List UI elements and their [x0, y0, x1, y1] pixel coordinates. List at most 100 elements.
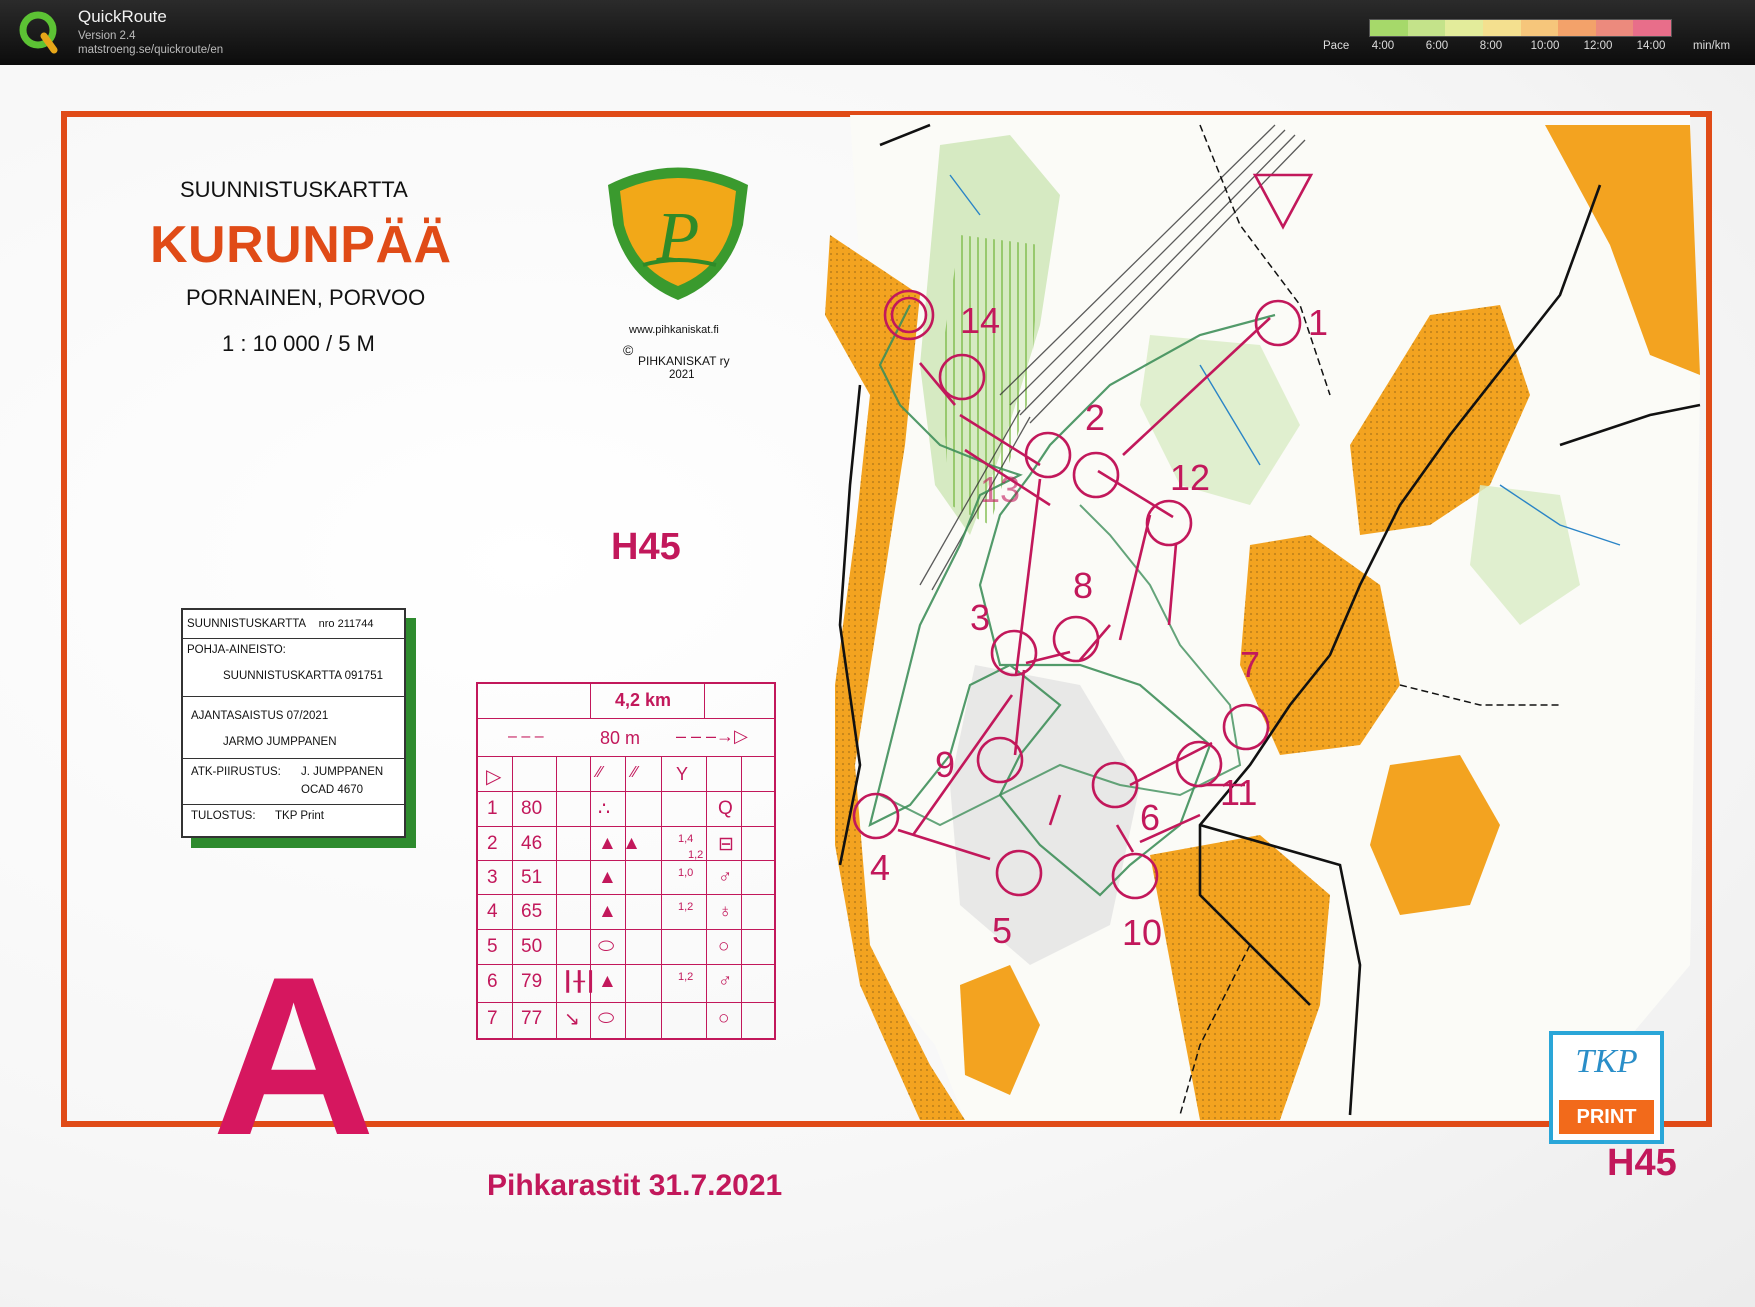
map-location: PORNAINEN, PORVOO [186, 285, 426, 310]
map-header: SUUNNISTUSKARTTA [180, 177, 408, 202]
description-location-icon: ○ [718, 936, 730, 957]
club-url: www.pihkaniskat.fi [629, 324, 719, 336]
info-base-value: SUUNNISTUSKARTTA 091751 [223, 670, 383, 682]
quickroute-logo-icon [19, 11, 58, 54]
copyright-symbol: © [623, 342, 634, 358]
pace-tick: 12:00 [1583, 40, 1613, 52]
control-number-10: 10 [1122, 912, 1162, 953]
column-c-feature-icon: ↘ [564, 1009, 580, 1030]
control-description-sheet: 4,2 km – – – 80 m – – –→▷ ▷ ∕∕ ∕∕ Y 1 80 ∴… [476, 682, 776, 1040]
info-update-label: AJANTASAISTUS 07/2021 [191, 710, 329, 722]
tkp-logo-text: TKP [1575, 1043, 1638, 1080]
description-feature-icon: ▲ ▲ [598, 833, 641, 854]
pace-tick: 10:00 [1530, 40, 1560, 52]
description-row-number: 2 [487, 833, 498, 854]
control-number-11: 11 [1220, 772, 1257, 813]
description-row-number: 5 [487, 936, 498, 957]
club-name: PIHKANISKAT ry [638, 354, 730, 368]
pace-color-segment [1558, 20, 1596, 36]
start-triangle-icon: ▷ [486, 766, 502, 788]
pace-color-segment [1370, 20, 1408, 36]
description-row-code: 77 [521, 1008, 543, 1029]
copyright-year: 2021 [669, 369, 695, 381]
description-row-code: 51 [521, 867, 543, 888]
description-row-code: 80 [521, 798, 543, 819]
info-print-value: TKP Print [275, 810, 324, 822]
pace-color-segment [1633, 20, 1671, 36]
description-row-code: 50 [521, 936, 543, 957]
description-row-size-secondary: 1,2 [688, 849, 704, 861]
info-drawing-software: OCAD 4670 [301, 784, 364, 796]
description-row-number: 6 [487, 971, 498, 992]
course-length: 4,2 km [615, 690, 672, 710]
control-number-4: 4 [870, 847, 890, 888]
description-row-number: 4 [487, 901, 498, 922]
description-location-icon: Q [718, 798, 733, 819]
description-row-code: 46 [521, 833, 543, 854]
pace-color-segment [1595, 20, 1634, 36]
map-scale: 1 : 10 000 / 5 M [222, 331, 375, 356]
course-class-label: H45 [611, 526, 681, 568]
info-update-person: JARMO JUMPPANEN [223, 736, 337, 748]
pace-tick: 14:00 [1636, 40, 1666, 52]
pace-tick: 6:00 [1425, 40, 1449, 52]
description-row-size: 1,4 [678, 833, 694, 845]
column-e-icon: Y [676, 764, 689, 784]
pace-tick: 8:00 [1479, 40, 1503, 52]
description-feature-icon: ∴ [598, 799, 611, 820]
column-c-feature-icon: ┃╂┃ [562, 972, 597, 993]
app-url-link[interactable]: matstroeng.se/quickroute/en [78, 44, 223, 56]
control-number-14: 14 [960, 300, 1000, 341]
course-class-label-bottom: H45 [1607, 1142, 1677, 1184]
description-row-code: 65 [521, 901, 543, 922]
event-title: Pihkarastit 31.7.2021 [487, 1169, 783, 1202]
description-row-size: 1,2 [678, 971, 694, 983]
climb-arrow-left: – – – [508, 728, 544, 745]
description-row-size: 1,0 [678, 867, 694, 879]
description-location-icon: ○ [718, 1008, 730, 1029]
pace-unit-label: min/km [1693, 40, 1731, 52]
control-number-6: 6 [1140, 797, 1160, 838]
column-c-icon: ∕∕ [597, 764, 603, 781]
control-number-7: 7 [1240, 644, 1260, 685]
info-base-label: POHJA-AINEISTO: [187, 644, 286, 656]
description-location-icon: ⊟ [718, 834, 734, 855]
control-number-12: 12 [1170, 457, 1210, 498]
course-climb: 80 m [600, 728, 641, 748]
control-number-9: 9 [935, 744, 955, 785]
info-drawing-person: J. JUMPPANEN [301, 766, 384, 778]
description-location-icon: ♂ [718, 867, 733, 888]
app-version: Version 2.4 [78, 30, 136, 42]
control-number-1: 1 [1308, 302, 1328, 343]
control-number-3: 3 [970, 597, 990, 638]
svg-text:P: P [656, 199, 700, 276]
app-title: QuickRoute [78, 7, 167, 26]
pace-tick: 4:00 [1371, 40, 1395, 52]
pace-legend-label: Pace [1323, 40, 1350, 52]
app-toolbar: QuickRoute Version 2.4 matstroeng.se/qui… [0, 0, 1755, 65]
description-feature-icon: ⬭ [598, 1008, 615, 1029]
pace-color-segment [1520, 20, 1559, 36]
pace-color-segment [1445, 20, 1483, 36]
map-canvas[interactable]: 1 2 3 4 5 6 7 8 9 10 11 12 13 14 P SUUNN… [0, 65, 1755, 1307]
description-feature-icon: ⬭ [598, 936, 615, 957]
description-location-icon: ♁ [718, 901, 733, 922]
description-feature-icon: ▲ [598, 971, 617, 992]
control-number-13: 13 [980, 469, 1020, 510]
tkp-logo-print: PRINT [1559, 1100, 1654, 1134]
description-location-icon: ♂ [718, 971, 733, 992]
description-row-number: 1 [487, 798, 498, 819]
map-info-box: SUUNNISTUSKARTTA nro 211744 POHJA-AINEIS… [181, 608, 406, 838]
description-row-number: 3 [487, 867, 498, 888]
control-number-2: 2 [1085, 397, 1105, 438]
description-row-number: 7 [487, 1008, 498, 1029]
control-number-5: 5 [992, 910, 1012, 951]
description-row-size: 1,2 [678, 901, 694, 913]
description-feature-icon: ▲ [598, 867, 617, 888]
map-name: KURUNPÄÄ [150, 216, 452, 274]
info-title: SUUNNISTUSKARTTA nro 211744 [187, 618, 374, 630]
course-letter: A [212, 929, 376, 1182]
description-row-code: 79 [521, 971, 543, 992]
climb-arrow-right-icon: – – –→▷ [676, 726, 748, 746]
pace-color-segment [1407, 20, 1446, 36]
